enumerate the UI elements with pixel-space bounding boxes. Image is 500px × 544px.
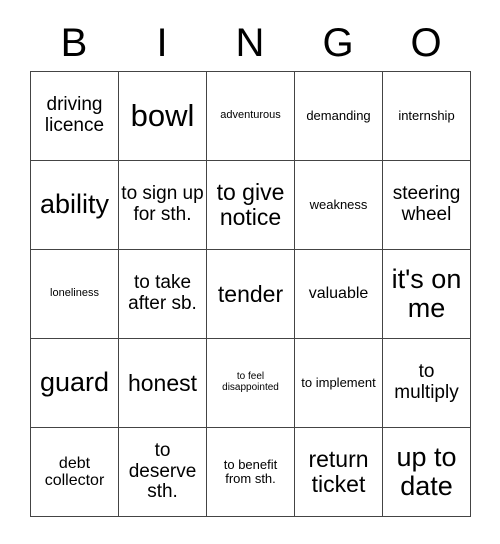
bingo-header-letter-g: G	[322, 20, 354, 65]
bingo-cell[interactable]: driving licence	[31, 72, 119, 161]
bingo-header-row: B I N G O	[30, 14, 470, 71]
bingo-cell[interactable]: loneliness	[31, 250, 119, 339]
bingo-cell-label: guard	[39, 367, 110, 398]
bingo-cell[interactable]: to sign up for sth.	[119, 161, 207, 250]
bingo-header-letter-n: N	[235, 20, 265, 65]
bingo-cell-label: weakness	[309, 196, 368, 212]
bingo-cell[interactable]: steering wheel	[383, 161, 471, 250]
bingo-cell-label: to feel disappointed	[222, 371, 279, 393]
bingo-cell-label: demanding	[306, 107, 371, 123]
bingo-cell-label: to deserve sth.	[128, 440, 197, 503]
bingo-cell-label: to take after sb.	[128, 272, 197, 314]
bingo-cell-label: to benefit from sth.	[223, 456, 278, 486]
bingo-cell-label: return ticket	[308, 446, 369, 497]
bingo-cell-label: loneliness	[50, 287, 99, 300]
bingo-grid: driving licence bowl adventurous demanding i…	[30, 71, 471, 517]
bingo-cell[interactable]: debt collector	[31, 428, 119, 517]
bingo-cell[interactable]: return ticket	[295, 428, 383, 517]
bingo-cell[interactable]: to take after sb.	[119, 250, 207, 339]
bingo-cell-label: steering wheel	[392, 183, 461, 225]
bingo-cell[interactable]: ability	[31, 161, 119, 250]
bingo-cell[interactable]: tender	[207, 250, 295, 339]
bingo-cell[interactable]: internship	[383, 72, 471, 161]
bingo-cell-label: ability	[39, 189, 110, 220]
bingo-header-letter-o: O	[410, 20, 442, 65]
bingo-cell[interactable]: bowl	[119, 72, 207, 161]
bingo-cell[interactable]: to feel disappointed	[207, 339, 295, 428]
bingo-cell-label: valuable	[308, 285, 369, 303]
bingo-cell[interactable]: demanding	[295, 72, 383, 161]
bingo-cell-label: driving licence	[44, 94, 105, 136]
bingo-cell[interactable]: weakness	[295, 161, 383, 250]
bingo-cell-label: to sign up for sth.	[121, 183, 204, 225]
bingo-cell[interactable]: up to date	[383, 428, 471, 517]
bingo-cell[interactable]: valuable	[295, 250, 383, 339]
bingo-header-letter-i: I	[156, 20, 168, 65]
bingo-cell-label: honest	[127, 369, 198, 396]
bingo-cell[interactable]: to implement	[295, 339, 383, 428]
bingo-cell[interactable]: to give notice	[207, 161, 295, 250]
bingo-card: B I N G O driving licence bowl adventurous…	[0, 0, 500, 544]
bingo-cell[interactable]: it's on me	[383, 250, 471, 339]
bingo-cell[interactable]: to benefit from sth.	[207, 428, 295, 517]
bingo-cell-label: to implement	[301, 374, 376, 390]
bingo-cell[interactable]: honest	[119, 339, 207, 428]
bingo-cell-label: bowl	[130, 98, 195, 134]
bingo-cell[interactable]: guard	[31, 339, 119, 428]
bingo-cell-label: tender	[217, 280, 284, 307]
bingo-cell-label: it's on me	[391, 263, 462, 323]
bingo-cell-label: adventurous	[220, 109, 281, 122]
bingo-header-letter-b: B	[60, 20, 88, 65]
bingo-cell-label: to give notice	[216, 179, 285, 230]
bingo-cell-label: internship	[398, 107, 455, 123]
bingo-cell-label: debt collector	[44, 454, 105, 489]
bingo-cell[interactable]: adventurous	[207, 72, 295, 161]
bingo-cell[interactable]: to multiply	[383, 339, 471, 428]
bingo-cell-label: to multiply	[394, 361, 459, 403]
bingo-cell[interactable]: to deserve sth.	[119, 428, 207, 517]
bingo-cell-label: up to date	[396, 441, 457, 501]
